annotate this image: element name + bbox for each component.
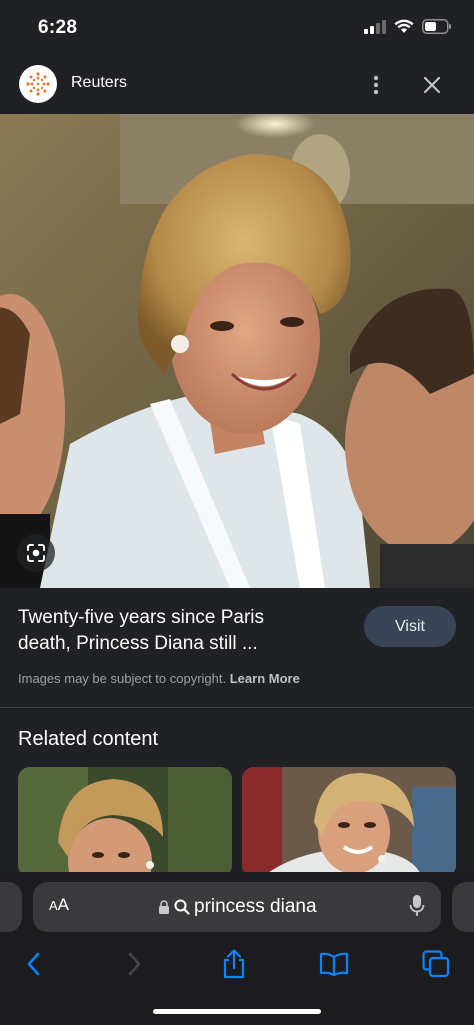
copyright-text: Images may be subject to copyright. (18, 671, 227, 686)
close-icon (423, 76, 441, 94)
reuters-logo[interactable] (19, 65, 57, 103)
close-button[interactable] (418, 70, 446, 100)
status-time: 6:28 (38, 17, 78, 38)
more-vert-icon (373, 75, 379, 95)
related-content-heading: Related content (18, 728, 159, 750)
source-name[interactable]: Reuters (71, 74, 127, 92)
browser-bottom-bar: AA princess diana (0, 872, 474, 1025)
related-photo-1 (18, 767, 232, 877)
share-button[interactable] (218, 948, 250, 980)
bookmarks-button[interactable] (318, 948, 350, 980)
lock-icon (159, 899, 169, 914)
tabs-icon (422, 950, 450, 978)
chevron-left-icon (27, 952, 40, 976)
browser-toolbar (0, 944, 474, 984)
address-bar[interactable]: AA princess diana (33, 882, 441, 932)
back-button[interactable] (17, 948, 49, 980)
tabs-button[interactable] (420, 948, 452, 980)
url-text: princess diana (194, 896, 317, 917)
next-tab-preview[interactable] (452, 882, 474, 932)
battery-icon (422, 19, 451, 34)
book-icon (319, 952, 349, 976)
forward-button[interactable] (119, 948, 151, 980)
microphone-icon (409, 895, 425, 916)
more-options-button[interactable] (362, 70, 390, 100)
aa-small-letter: A (49, 898, 58, 913)
main-image[interactable] (0, 114, 474, 588)
reuters-logo-icon (26, 72, 50, 96)
previous-tab-preview[interactable] (0, 882, 22, 932)
voice-search-button[interactable] (409, 894, 425, 923)
home-indicator (153, 1009, 321, 1014)
related-photo-2 (242, 767, 456, 877)
learn-more-link[interactable]: Learn More (230, 671, 300, 686)
divider (0, 707, 474, 708)
related-thumbnail-1[interactable] (18, 767, 232, 877)
status-bar: 6:28 (0, 0, 474, 56)
search-icon (174, 899, 190, 915)
reader-options-button[interactable]: AA (49, 895, 69, 915)
signal-icon (364, 19, 386, 34)
chevron-right-icon (128, 952, 141, 976)
visit-button[interactable]: Visit (364, 606, 456, 647)
status-icons (364, 19, 452, 34)
lens-icon (27, 544, 45, 562)
result-title[interactable]: Twenty-five years since Paris death, Pri… (18, 605, 338, 657)
share-icon (223, 949, 245, 979)
url-display[interactable]: princess diana (158, 896, 317, 918)
main-photo (0, 114, 474, 588)
copyright-notice: Images may be subject to copyright. Lear… (18, 671, 300, 686)
wifi-icon (394, 19, 414, 33)
aa-big-letter: A (57, 895, 70, 914)
related-thumbnail-2[interactable] (242, 767, 456, 877)
result-title-line1: Twenty-five years since Paris (18, 607, 265, 628)
result-title-line2: death, Princess Diana still ... (18, 633, 258, 654)
lens-search-button[interactable] (17, 534, 55, 572)
source-header: Reuters (0, 56, 474, 114)
